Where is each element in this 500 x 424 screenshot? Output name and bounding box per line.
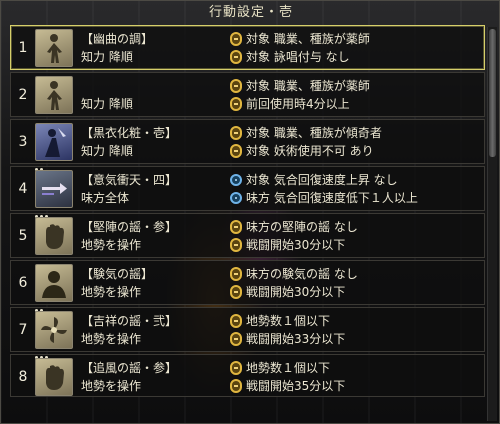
target-order: 知力 降順 xyxy=(81,97,133,111)
target-order: 地勢を操作 xyxy=(81,379,142,393)
skill-name: 【意気衝天・四】 xyxy=(81,173,178,187)
action-settings-window: 行動設定・壱 1 【幽曲の調】 知力 降順 対象 職業、種族が薬師 対象 詠唱付… xyxy=(0,0,500,424)
condition-1[interactable]: 地勢数１個以下 xyxy=(230,313,480,329)
target-order: 知力 降順 xyxy=(81,50,133,64)
target-order: 知力 降順 xyxy=(81,144,133,158)
link-icon xyxy=(230,220,242,234)
link-icon xyxy=(230,267,242,281)
condition-text: 対象 詠唱付与 なし xyxy=(246,50,350,64)
condition-1[interactable]: 対象 気合回復速度上昇 なし xyxy=(230,172,480,188)
row-number: 3 xyxy=(18,134,28,150)
condition-1[interactable]: 対象 職業、種族が薬師 xyxy=(230,31,480,47)
figure-standing-icon xyxy=(35,76,73,114)
link-icon xyxy=(230,379,242,393)
condition-text: 対象 職業、種族が傾奇者 xyxy=(246,126,382,140)
condition-2[interactable]: 前回使用時4分以上 xyxy=(230,96,480,112)
condition-text: 味方 気合回復速度低下１人以上 xyxy=(246,191,418,205)
condition-text: 対象 職業、種族が薬師 xyxy=(246,79,370,93)
condition-text: 味方の堅陣の謡 なし xyxy=(246,220,358,234)
condition-text: 戦闘開始33分以下 xyxy=(246,332,346,346)
action-row-7[interactable]: 7 【吉祥の謡・弐】 地勢を操作 地勢数１個以下 戦闘開始33分以下 xyxy=(10,307,485,352)
skill-name: 【堅陣の謡・参】 xyxy=(81,220,178,234)
condition-2[interactable]: 戦闘開始35分以下 xyxy=(230,378,480,394)
row-number: 8 xyxy=(18,369,28,385)
link-icon xyxy=(230,285,242,299)
condition-text: 地勢数１個以下 xyxy=(246,361,331,375)
fist-icon xyxy=(35,217,73,255)
row-number: 7 xyxy=(18,322,28,338)
condition-text: 戦闘開始30分以下 xyxy=(246,238,346,252)
condition-text: 前回使用時4分以上 xyxy=(246,97,350,111)
row-number: 6 xyxy=(18,275,28,291)
action-row-4[interactable]: 4 【意気衝天・四】 味方全体 対象 気合回復速度上昇 なし 味方 気合回復速度… xyxy=(10,166,485,211)
condition-text: 対象 妖術使用不可 あり xyxy=(246,144,374,158)
condition-text: 戦闘開始30分以下 xyxy=(246,285,346,299)
link-icon xyxy=(230,97,242,111)
action-row-8[interactable]: 8 【追風の謡・参】 地勢を操作 地勢数１個以下 戦闘開始35分以下 xyxy=(10,354,485,397)
condition-1[interactable]: 対象 職業、種族が薬師 xyxy=(230,78,480,94)
circle-icon xyxy=(230,174,242,186)
target-order: 地勢を操作 xyxy=(81,332,142,346)
skill-name: 【幽曲の調】 xyxy=(81,32,154,46)
condition-text: 対象 気合回復速度上昇 なし xyxy=(246,173,398,187)
condition-2[interactable]: 味方 気合回復速度低下１人以上 xyxy=(230,190,480,206)
link-icon xyxy=(230,144,242,158)
row-number: 4 xyxy=(18,181,28,197)
condition-1[interactable]: 味方の堅陣の謡 なし xyxy=(230,219,480,235)
condition-text: 対象 職業、種族が薬師 xyxy=(246,32,370,46)
link-icon xyxy=(230,332,242,346)
action-row-6[interactable]: 6 【験気の謡】 地勢を操作 味方の験気の謡 なし 戦闘開始30分以下 xyxy=(10,260,485,305)
figure-standing-icon xyxy=(35,29,73,67)
dash-arrow-icon xyxy=(35,170,73,208)
window-title: 行動設定・壱 xyxy=(208,5,293,20)
action-row-1[interactable]: 1 【幽曲の調】 知力 降順 対象 職業、種族が薬師 対象 詠唱付与 なし xyxy=(10,25,485,70)
condition-2[interactable]: 対象 詠唱付与 なし xyxy=(230,49,480,65)
link-icon xyxy=(230,314,242,328)
condition-text: 味方の験気の謡 なし xyxy=(246,267,358,281)
action-row-2[interactable]: 2 知力 降順 対象 職業、種族が薬師 前回使用時4分以上 xyxy=(10,72,485,117)
swirl-icon xyxy=(35,311,73,349)
skill-name: 【追風の謡・参】 xyxy=(81,361,178,375)
link-icon xyxy=(230,32,242,46)
skill-name: 【吉祥の謡・弐】 xyxy=(81,314,178,328)
target-order: 地勢を操作 xyxy=(81,238,142,252)
link-icon xyxy=(230,238,242,252)
target-order: 地勢を操作 xyxy=(81,285,142,299)
row-number: 5 xyxy=(18,228,28,244)
link-icon xyxy=(230,126,242,140)
target-order: 味方全体 xyxy=(81,191,130,205)
row-number: 1 xyxy=(18,40,28,56)
condition-2[interactable]: 戦闘開始30分以下 xyxy=(230,237,480,253)
action-row-3[interactable]: 3 【黒衣化粧・壱】 知力 降順 対象 職業、種族が傾奇者 対象 妖術使用不可 … xyxy=(10,119,485,164)
condition-1[interactable]: 地勢数１個以下 xyxy=(230,360,480,376)
scrollbar-thumb[interactable] xyxy=(489,29,496,157)
silhouette-icon xyxy=(35,264,73,302)
black-robe-icon xyxy=(35,123,73,161)
scrollbar[interactable] xyxy=(487,27,497,421)
skill-name: 【験気の謡】 xyxy=(81,267,154,281)
link-icon xyxy=(230,50,242,64)
condition-1[interactable]: 対象 職業、種族が傾奇者 xyxy=(230,125,480,141)
condition-text: 戦闘開始35分以下 xyxy=(246,379,346,393)
skill-name: 【黒衣化粧・壱】 xyxy=(81,126,178,140)
condition-1[interactable]: 味方の験気の謡 なし xyxy=(230,266,480,282)
row-number: 2 xyxy=(18,87,28,103)
condition-2[interactable]: 戦闘開始30分以下 xyxy=(230,284,480,300)
condition-2[interactable]: 対象 妖術使用不可 あり xyxy=(230,143,480,159)
link-icon xyxy=(230,361,242,375)
link-icon xyxy=(230,79,242,93)
condition-text: 地勢数１個以下 xyxy=(246,314,331,328)
fist-icon xyxy=(35,358,73,396)
condition-2[interactable]: 戦闘開始33分以下 xyxy=(230,331,480,347)
action-row-5[interactable]: 5 【堅陣の謡・参】 地勢を操作 味方の堅陣の謡 なし 戦闘開始30分以下 xyxy=(10,213,485,258)
circle-icon xyxy=(230,192,242,204)
